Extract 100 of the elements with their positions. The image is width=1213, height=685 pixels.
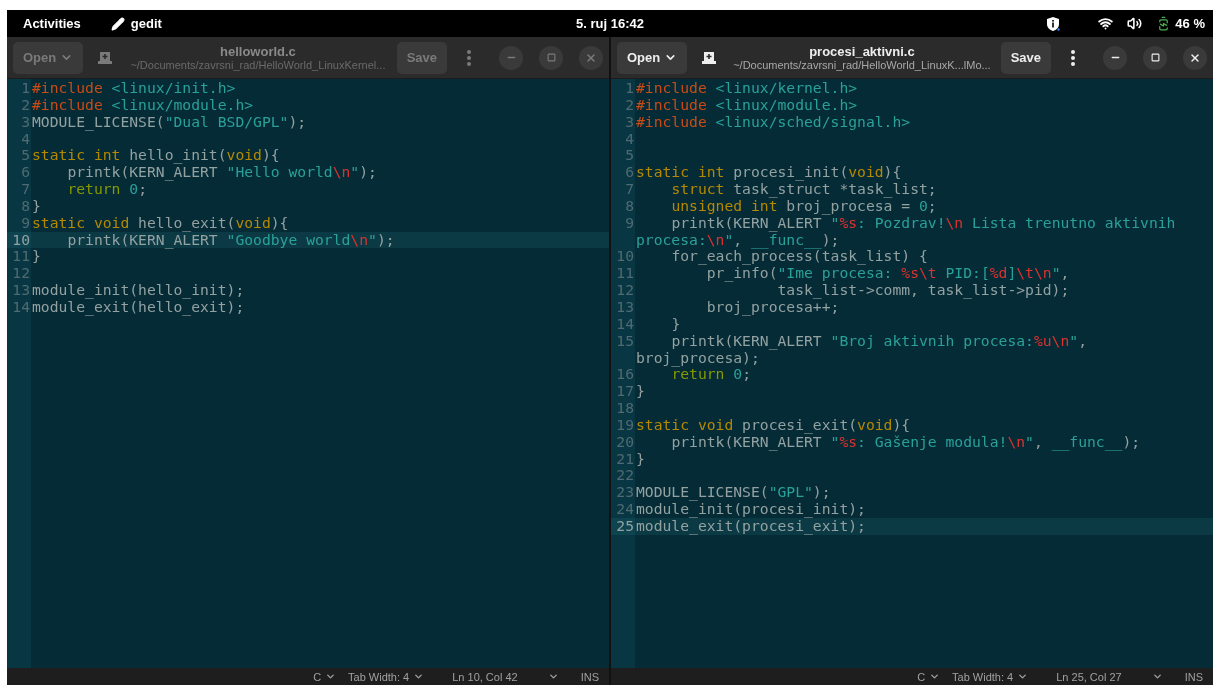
menu-icon: [1071, 49, 1075, 66]
line-number: 11: [615, 265, 635, 283]
line-number: 7: [624, 181, 635, 198]
menu-icon: [467, 49, 471, 66]
cursor-position: Ln 10, Col 42: [452, 670, 518, 683]
line-number: 1: [624, 80, 635, 97]
caret-icon: [1017, 671, 1029, 682]
clock[interactable]: 5. ruj 16:42: [576, 16, 644, 31]
code-line: MODULE_LICENSE("GPL");: [635, 484, 832, 502]
dropdown-button[interactable]: [1151, 671, 1163, 682]
battery-indicator[interactable]: 46 %: [1156, 16, 1205, 31]
code-line: pr_info("Ime procesa: %s\t PID:[%d]\t\n",: [706, 265, 1071, 283]
code-line: #include <linux/module.h>: [635, 96, 859, 114]
line-number: 18: [615, 400, 635, 417]
line-number: 4: [624, 130, 635, 148]
line-number: 22: [615, 467, 635, 485]
file-path: ~/Documents/zavrsni_rad/HelloWorld_LinuxK...lMo...: [733, 59, 991, 71]
code-line: for_each_process(task_list) {: [671, 248, 929, 266]
new-document-icon: [702, 51, 717, 64]
shield-icon[interactable]: [1047, 16, 1061, 31]
volume-icon[interactable]: [1127, 16, 1143, 31]
close-button[interactable]: [1183, 45, 1207, 70]
code-editor[interactable]: [611, 79, 1213, 668]
file-path: ~/Documents/zavrsni_rad/HelloWorld_LinuxKernel...: [130, 59, 386, 71]
insert-mode: INS: [1184, 670, 1203, 683]
language-selector[interactable]: C: [313, 670, 337, 683]
line-number: 1: [20, 80, 31, 97]
line-number: 24: [615, 501, 635, 518]
code-line: }: [670, 315, 682, 333]
caret-icon: [1151, 671, 1163, 682]
maximize-icon: [1150, 53, 1160, 62]
line-number: 12: [11, 265, 31, 283]
battery-percentage: 46 %: [1175, 16, 1205, 31]
tab-width-selector[interactable]: Tab Width: 4: [952, 670, 1029, 683]
line-number: 15: [615, 332, 635, 351]
dropdown-button[interactable]: [547, 671, 559, 682]
line-number: 12: [615, 282, 635, 299]
code-line: static int procesi_init(void){: [635, 164, 903, 182]
code-line: printk(KERN_ALERT "Goodbye world\n");: [66, 231, 396, 249]
code-line: printk(KERN_ALERT "Hello world\n");: [66, 164, 378, 182]
line-number: 16: [615, 366, 635, 384]
code-line: module_init(hello_init);: [31, 282, 246, 299]
line-number: 10: [615, 248, 635, 266]
code-line: static void procesi_exit(void){: [635, 416, 912, 434]
line-number: 20: [615, 433, 635, 451]
code-line: module_exit(procesi_exit);: [635, 517, 867, 535]
line-number: 19: [615, 416, 635, 434]
line-number: 2: [20, 96, 31, 114]
line-number: 11: [11, 248, 31, 266]
code-line: }: [31, 248, 42, 266]
code-line: struct task_struct *task_list;: [670, 181, 938, 198]
minimize-button[interactable]: [1103, 45, 1127, 70]
activities-button[interactable]: Activities: [23, 16, 81, 31]
caret-icon: [325, 671, 337, 682]
code-line: }: [635, 450, 646, 468]
window-title: procesi_aktivni.c: [809, 44, 915, 59]
code-line: printk(KERN_ALERT "Broj aktivnih procesa:%u\n", broj_procesa);: [635, 332, 1088, 367]
line-number: 6: [624, 164, 635, 182]
line-number: 7: [20, 181, 31, 198]
insert-mode: INS: [580, 670, 599, 683]
tab-width-selector[interactable]: Tab Width: 4: [348, 670, 425, 683]
cursor-position: Ln 25, Col 27: [1056, 670, 1122, 683]
caret-icon: [413, 671, 425, 682]
app-menu[interactable]: gedit: [110, 16, 162, 31]
code-line: #include <linux/kernel.h>: [635, 80, 859, 97]
line-number: 14: [11, 298, 31, 316]
line-number: 3: [624, 113, 635, 131]
line-number: 9: [20, 214, 31, 232]
new-document-icon: [98, 51, 113, 64]
code-line: printk(KERN_ALERT "%s: Pozdrav!\n Lista trenutno aktivnih procesa:\n", __func__);: [635, 214, 1177, 249]
code-line: }: [31, 197, 42, 215]
open-button[interactable]: Open: [617, 41, 688, 74]
code-line: unsigned int broj_procesa = 0;: [670, 197, 938, 215]
caret-icon: [547, 671, 559, 682]
line-number: 23: [615, 484, 635, 502]
wifi-icon[interactable]: [1098, 16, 1114, 31]
code-line: return 0;: [66, 181, 147, 198]
line-number: 8: [20, 197, 31, 215]
code-line: static void hello_exit(void){: [31, 214, 290, 232]
code-line: #include <linux/init.h>: [31, 80, 237, 97]
maximize-button[interactable]: [1143, 45, 1167, 70]
window-title: helloworld.c: [220, 44, 296, 59]
line-number: 5: [624, 147, 635, 165]
save-button[interactable]: Save: [1000, 41, 1051, 74]
line-number: 13: [615, 298, 635, 316]
code-line: static int hello_init(void){: [31, 147, 281, 165]
maximize-icon: [546, 53, 556, 62]
line-number: 9: [624, 214, 635, 233]
line-number: 13: [11, 282, 31, 299]
line-number: 2: [624, 96, 635, 114]
close-icon: [585, 51, 597, 64]
code-line: return 0;: [671, 366, 751, 384]
code-line: }: [635, 383, 646, 401]
line-number: 6: [20, 164, 31, 182]
code-line: broj_procesa++;: [705, 298, 840, 316]
line-number: 8: [624, 197, 635, 215]
language-selector[interactable]: C: [917, 670, 941, 683]
close-icon: [1189, 51, 1201, 64]
pencil-icon: [110, 16, 125, 31]
caret-icon: [929, 671, 941, 682]
